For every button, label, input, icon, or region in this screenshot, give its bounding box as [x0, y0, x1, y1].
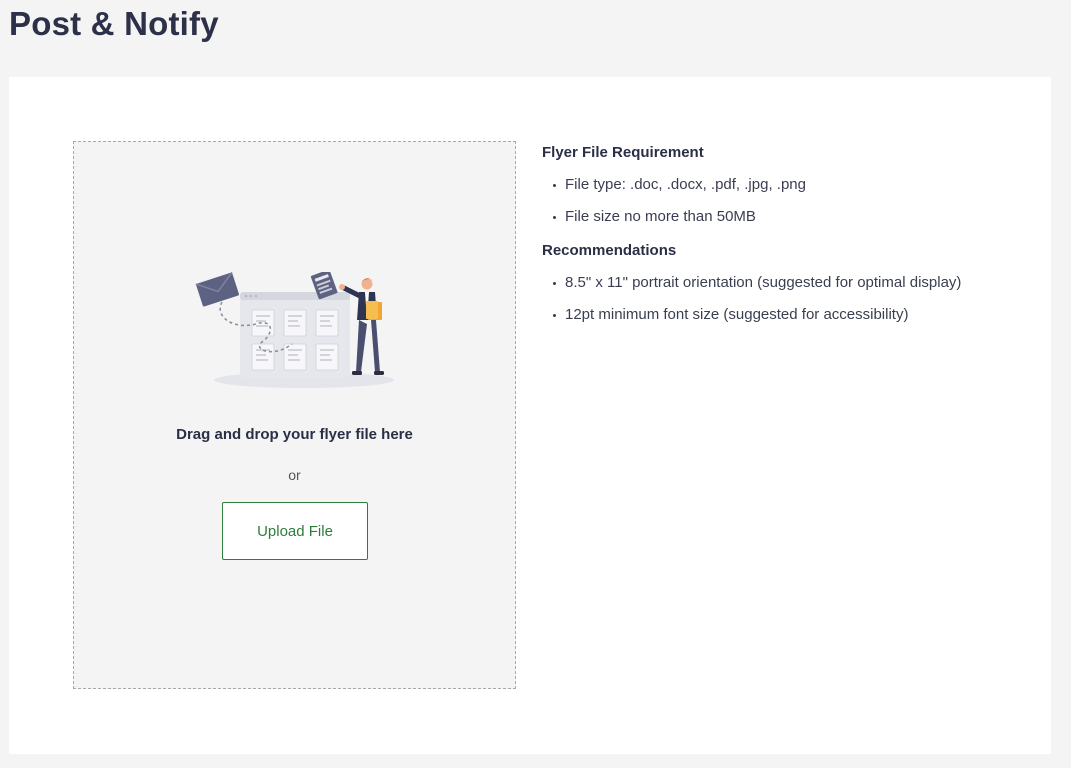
upload-illustration [195, 272, 394, 388]
upload-card: Drag and drop your flyer file here or Up… [9, 77, 1051, 754]
file-requirements-panel: Flyer File Requirement File type: .doc, … [542, 143, 1022, 339]
list-item: File type: .doc, .docx, .pdf, .jpg, .png [542, 169, 1022, 201]
list-item: 8.5" x 11" portrait orientation (suggest… [542, 267, 1022, 299]
requirements-heading: Flyer File Requirement [542, 144, 704, 161]
flyer-dropzone[interactable]: Drag and drop your flyer file here or Up… [73, 141, 516, 689]
or-separator: or [288, 467, 301, 483]
list-item: File size no more than 50MB [542, 201, 1022, 233]
page-title: Post & Notify [9, 5, 219, 42]
dropzone-instruction: Drag and drop your flyer file here [176, 426, 413, 443]
list-item: 12pt minimum font size (suggested for ac… [542, 299, 1022, 331]
recommendations-list: 8.5" x 11" portrait orientation (suggest… [542, 267, 1022, 331]
recommendations-heading: Recommendations [542, 242, 677, 259]
requirements-list: File type: .doc, .docx, .pdf, .jpg, .png… [542, 169, 1022, 233]
upload-file-button[interactable]: Upload File [222, 502, 368, 560]
